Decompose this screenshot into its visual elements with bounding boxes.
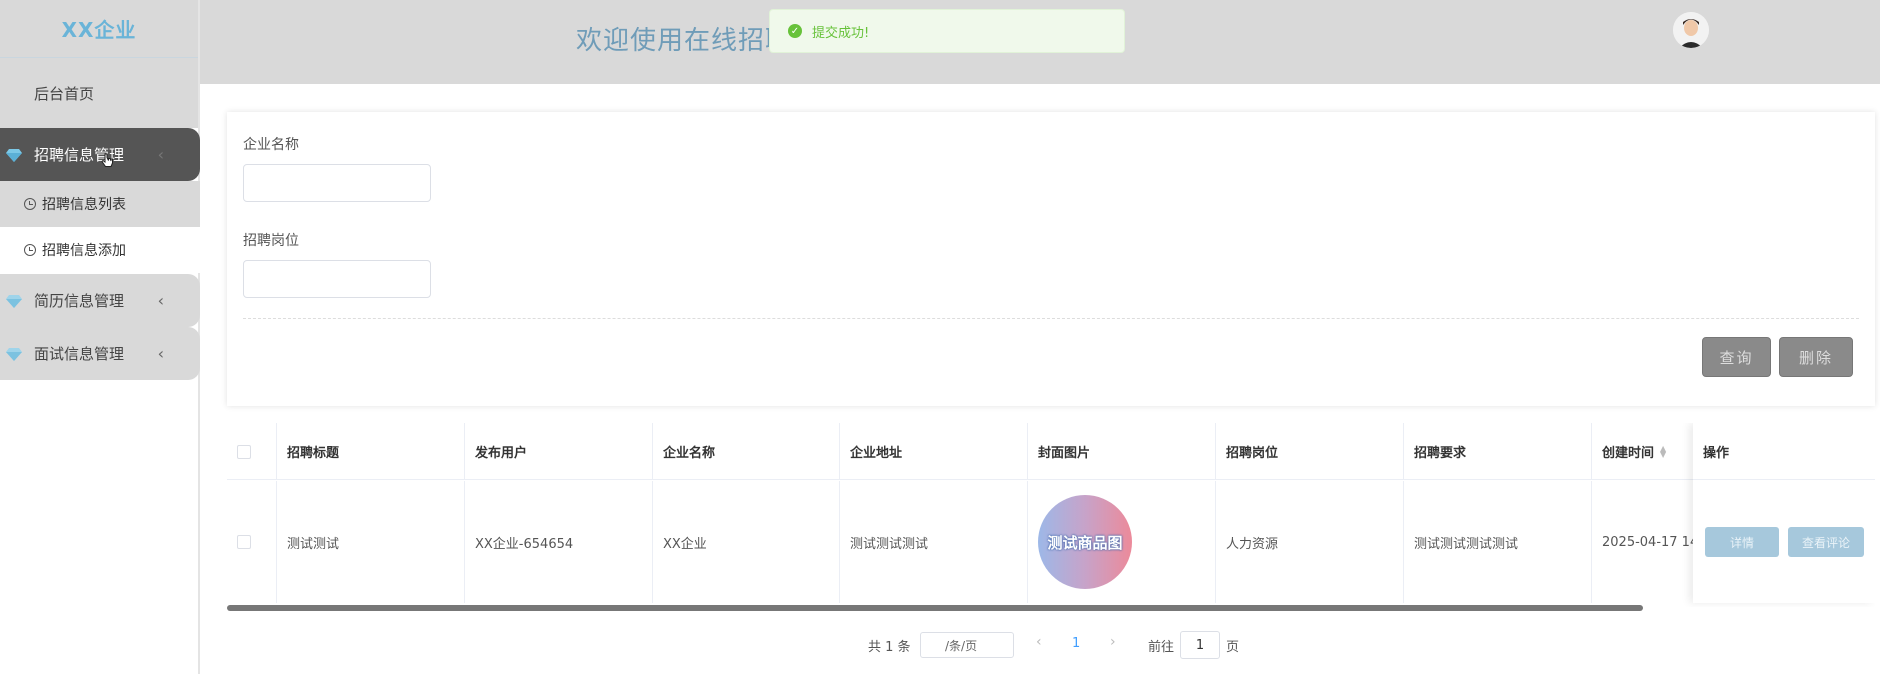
- form-divider: [243, 318, 1859, 319]
- diamond-icon: [6, 148, 22, 162]
- cover-image[interactable]: 测试商品图: [1038, 495, 1132, 589]
- page-suffix: 页: [1226, 639, 1240, 655]
- chevron-left-icon: ‹: [157, 344, 164, 363]
- brand: XX企业: [0, 0, 198, 58]
- company-name-input[interactable]: [243, 164, 431, 202]
- chevron-left-icon: ‹: [157, 145, 164, 164]
- sidebar-group-interview[interactable]: 面试信息管理 ‹: [0, 327, 200, 380]
- cell-address: 测试测试测试: [840, 481, 1028, 603]
- delete-button[interactable]: 删除: [1779, 337, 1853, 377]
- sidebar-group-resume[interactable]: 简历信息管理 ‹: [0, 274, 200, 327]
- sidebar-group-label: 面试信息管理: [34, 345, 125, 363]
- sidebar-item-label: 招聘信息列表: [42, 197, 126, 213]
- diamond-icon: [6, 347, 22, 361]
- cell-position: 人力资源: [1216, 481, 1404, 603]
- cell-requirement: 测试测试测试测试: [1404, 481, 1592, 603]
- sidebar-item-recruitment-add[interactable]: 招聘信息添加: [0, 227, 200, 273]
- clock-icon: [24, 244, 36, 256]
- brand-name: XX企业: [61, 18, 137, 42]
- sidebar-item-recruitment-list[interactable]: 招聘信息列表: [0, 181, 200, 227]
- column-header[interactable]: 封面图片: [1028, 423, 1216, 480]
- table-header: 招聘标题 发布用户 企业名称 企业地址 封面图片 招聘岗位 招聘要求 创建时间 …: [227, 423, 1875, 480]
- user-avatar-icon: [1673, 12, 1709, 48]
- column-header[interactable]: 企业名称: [653, 423, 840, 480]
- column-header: 操作: [1693, 423, 1875, 480]
- sort-caret-icon[interactable]: ▲ ▼: [1660, 444, 1666, 458]
- sidebar-item-label: 招聘信息添加: [42, 243, 126, 259]
- sidebar: XX企业 后台首页 招聘信息管理 ‹ 招聘信息列表 招聘信息添加 简历信息管理 …: [0, 0, 200, 674]
- hand-cursor-icon: [101, 153, 113, 167]
- column-header[interactable]: 企业地址: [840, 423, 1028, 480]
- cover-image-text: 测试商品图: [1047, 533, 1123, 552]
- position-input[interactable]: [243, 260, 431, 298]
- actions-fixed-column: 操作 详情 查看评论: [1693, 423, 1875, 603]
- data-table: 招聘标题 发布用户 企业名称 企业地址 封面图片 招聘岗位 招聘要求 创建时间 …: [227, 423, 1875, 607]
- horizontal-scrollbar[interactable]: [227, 605, 1643, 611]
- column-header-label: 创建时间: [1602, 446, 1655, 461]
- column-header[interactable]: 招聘要求: [1404, 423, 1592, 480]
- next-page-icon[interactable]: ›: [1110, 634, 1116, 650]
- page-size-select[interactable]: /条/页: [920, 632, 1014, 658]
- sidebar-item-home[interactable]: 后台首页: [0, 58, 198, 128]
- row-select-cell: [227, 481, 277, 603]
- sidebar-group-recruitment[interactable]: 招聘信息管理 ‹: [0, 128, 200, 181]
- view-comments-button[interactable]: 查看评论: [1788, 527, 1864, 557]
- toast-message: 提交成功!: [812, 25, 870, 41]
- search-form: 企业名称 招聘岗位 查询 删除: [227, 112, 1875, 406]
- prev-page-icon[interactable]: ‹: [1036, 634, 1042, 650]
- page-number[interactable]: 1: [1072, 636, 1080, 651]
- sidebar-item-label: 后台首页: [34, 84, 95, 103]
- detail-button[interactable]: 详情: [1705, 527, 1779, 557]
- cell-company: XX企业: [653, 481, 840, 603]
- select-all-cell: [227, 423, 277, 480]
- chevron-left-icon: ‹: [157, 291, 164, 310]
- column-header[interactable]: 招聘岗位: [1216, 423, 1404, 480]
- avatar[interactable]: [1673, 12, 1709, 48]
- query-button[interactable]: 查询: [1702, 337, 1771, 377]
- row-checkbox[interactable]: [237, 535, 251, 549]
- table-row: 测试测试 XX企业-654654 XX企业 测试测试测试 测试商品图 人力资源 …: [227, 481, 1875, 603]
- column-header[interactable]: 招聘标题: [277, 423, 465, 480]
- goto-page-input[interactable]: 1: [1180, 631, 1220, 659]
- cell-title: 测试测试: [277, 481, 465, 603]
- check-circle-icon: ✓: [788, 24, 802, 38]
- goto-label: 前往: [1148, 639, 1175, 655]
- cell-user: XX企业-654654: [465, 481, 653, 603]
- success-toast: ✓ 提交成功!: [769, 9, 1125, 53]
- clock-icon: [24, 198, 36, 210]
- pagination-total: 共 1 条: [868, 639, 911, 655]
- diamond-icon: [6, 294, 22, 308]
- app-root: XX企业 后台首页 招聘信息管理 ‹ 招聘信息列表 招聘信息添加 简历信息管理 …: [0, 0, 1880, 674]
- select-all-checkbox[interactable]: [237, 444, 251, 459]
- company-name-label: 企业名称: [243, 137, 299, 153]
- sidebar-group-label: 简历信息管理: [34, 292, 125, 310]
- column-header[interactable]: 发布用户: [465, 423, 653, 480]
- position-label: 招聘岗位: [243, 233, 299, 249]
- cell-cover: 测试商品图: [1028, 481, 1216, 603]
